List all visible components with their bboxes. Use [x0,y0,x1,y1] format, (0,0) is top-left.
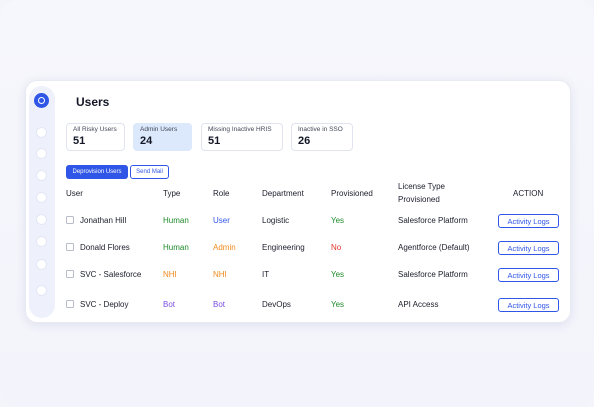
logo-ring-icon[interactable] [34,93,49,108]
activity-logs-button[interactable]: Activity Logs [498,214,559,228]
nav-dot-icon[interactable] [37,193,46,202]
provisioned-status: Yes [331,300,345,309]
user-type: Human [163,216,189,225]
send-mail-button[interactable]: Send Mail [130,165,169,179]
user-department: Engineering [262,243,305,252]
user-type: Bot [163,300,176,309]
provisioned-status: Yes [331,270,345,279]
stat-label: Missing Inactive HRIS [208,126,272,133]
user-name: Jonathan Hill [80,216,127,225]
column-header-type: Type [163,189,181,198]
user-name: Donald Flores [80,243,130,252]
provisioned-status: Yes [331,216,345,225]
nav-dot-icon[interactable] [37,260,46,269]
user-name: SVC - Salesforce [80,270,142,279]
stat-value: 24 [140,135,153,147]
stat-value: 51 [208,135,221,147]
license-type: Salesforce Platform [398,216,468,225]
row-checkbox[interactable] [66,270,74,278]
column-header-license-provisioned: Provisioned [398,195,440,204]
user-department: DevOps [262,300,291,309]
stat-value: 26 [298,135,311,147]
stat-card-all-risky-users[interactable]: All Risky Users 51 [66,123,125,151]
column-header-provisioned: Provisioned [331,189,373,198]
users-panel [25,80,571,323]
user-type: Human [163,243,189,252]
column-header-action: ACTION [513,189,544,198]
nav-dot-icon[interactable] [37,237,46,246]
column-header-department: Department [262,189,304,198]
nav-dot-icon[interactable] [37,128,46,137]
license-type: Salesforce Platform [398,270,468,279]
nav-dot-icon[interactable] [37,286,46,295]
stat-card-admin-users[interactable]: Admin Users 24 [133,123,192,151]
stat-card-inactive-in-sso[interactable]: Inactive in SSO 26 [291,123,353,151]
stat-card-missing-inactive-hris[interactable]: Missing Inactive HRIS 51 [201,123,283,151]
activity-logs-button[interactable]: Activity Logs [498,268,559,282]
user-role: Bot [213,300,226,309]
user-type: NHI [163,270,177,279]
stat-value: 51 [73,135,86,147]
deprovision-users-button[interactable]: Deprovision Users [66,165,128,179]
activity-logs-button[interactable]: Activity Logs [498,298,559,312]
provisioned-status: No [331,243,342,252]
row-checkbox[interactable] [66,243,74,251]
stat-label: All Risky Users [73,126,117,133]
page-title: Users [76,95,110,109]
user-role: User [213,216,230,225]
row-checkbox[interactable] [66,216,74,224]
stat-label: Admin Users [140,126,178,133]
user-department: IT [262,270,270,279]
nav-dot-icon[interactable] [37,149,46,158]
sidebar-rail [29,86,55,318]
user-name: SVC - Deploy [80,300,129,309]
stat-label: Inactive in SSO [298,126,343,133]
nav-dot-icon[interactable] [37,171,46,180]
nav-dot-icon[interactable] [37,215,46,224]
column-header-role: Role [213,189,230,198]
user-role: Admin [213,243,236,252]
column-header-user: User [66,189,83,198]
activity-logs-button[interactable]: Activity Logs [498,241,559,255]
user-department: Logistic [262,216,290,225]
license-type: API Access [398,300,439,309]
license-type: Agentforce (Default) [398,243,470,252]
column-header-license-type: License Type [398,182,445,191]
user-role: NHI [213,270,227,279]
row-checkbox[interactable] [66,300,74,308]
